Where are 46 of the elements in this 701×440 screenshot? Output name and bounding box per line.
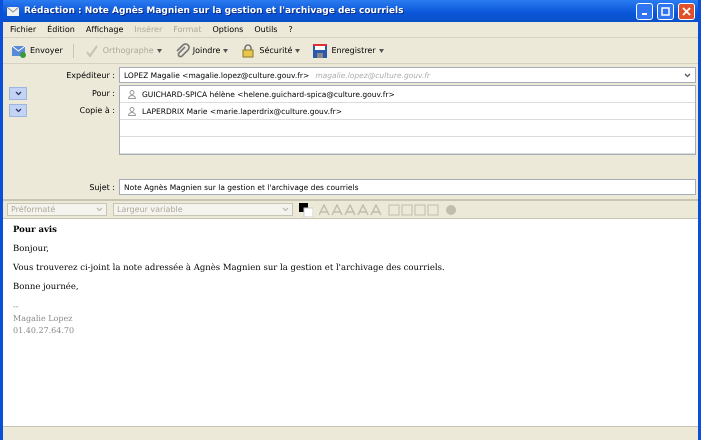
toolbar-button[interactable]: Sécurité <box>238 42 302 60</box>
field-label: Expéditeur : <box>66 70 115 80</box>
person-icon <box>128 106 136 116</box>
field-label: Sujet : <box>89 182 115 192</box>
field-label: Pour : <box>92 89 115 98</box>
paperclip-icon <box>174 42 190 58</box>
message-heading: Pour avis <box>13 225 58 235</box>
window-title: Rédaction : Note Agnès Magnien sur la gestion et l'archivage des courriels <box>24 6 404 16</box>
recipient-type-dropdown[interactable] <box>9 104 27 117</box>
recipient-type-dropdown[interactable] <box>9 87 27 100</box>
close-icon <box>682 6 691 16</box>
chevron-icon <box>14 108 22 113</box>
caret-icon[interactable] <box>223 48 228 52</box>
maximize-button[interactable] <box>657 2 674 20</box>
toolbar-button[interactable]: Joindre <box>172 42 230 60</box>
signature-line: 01.40.27.64.70 <box>13 325 76 337</box>
maximize-icon <box>661 6 670 16</box>
message-paragraph: Vous trouverez ci-joint la note adressée à Agnès Magnien sur la gestion et l'archivage des courriels. <box>13 263 446 273</box>
close-button[interactable] <box>678 2 695 20</box>
menu-item[interactable]: Édition <box>47 25 75 34</box>
field-label: Copie à : <box>80 106 115 115</box>
chevron-icon <box>684 72 691 78</box>
menu-item[interactable]: ? <box>288 25 293 34</box>
text-color-icon[interactable] <box>299 202 313 216</box>
menu-item[interactable]: Fichier <box>10 25 36 34</box>
envelope-icon <box>11 42 27 58</box>
chevron-icon <box>282 207 289 212</box>
person-icon <box>128 90 136 98</box>
caret-icon[interactable] <box>378 48 384 52</box>
menu-item[interactable]: Options <box>212 25 244 34</box>
menu-item[interactable]: Outils <box>254 25 278 34</box>
envelope-icon <box>6 5 20 17</box>
chevron-icon <box>96 207 103 212</box>
message-paragraph: Bonne journée, <box>13 282 80 292</box>
message-body[interactable]: Pour avis Bonjour, Vous trouverez ci-joint la note adressée à Agnès Magnien sur la gestion et l'archivage des courriels. Bonne journée, -- Magalie Lopez 01.40.27.64.70 <box>3 219 698 426</box>
minimize-button[interactable] <box>636 2 653 20</box>
spellcheck-icon <box>84 42 100 58</box>
message-paragraph: Bonjour, <box>13 244 50 254</box>
padlock-icon <box>240 42 256 58</box>
chevron-icon <box>14 91 22 96</box>
caret-icon[interactable] <box>295 48 300 52</box>
menu-item[interactable]: Affichage <box>86 25 124 34</box>
toolbar-button[interactable]: Enregistrer <box>310 42 386 60</box>
toolbar-button[interactable]: Envoyer <box>9 42 65 60</box>
signature-line: -- <box>13 301 20 313</box>
signature-line: Magalie Lopez <box>13 313 74 325</box>
